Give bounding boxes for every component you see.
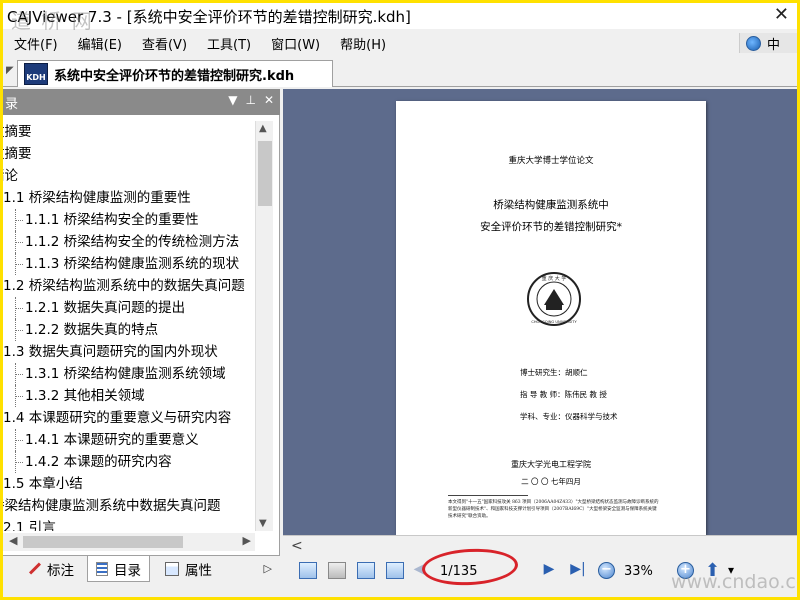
toc-horizontal-scrollbar[interactable]: ◀ ▶ [3,533,255,551]
page-school: 重庆大学博士学位论文 [508,156,594,166]
page-college: 重庆大学光电工程学院 [511,460,591,469]
footnote-divider [448,495,528,496]
toc-hscroll-thumb[interactable] [23,536,183,548]
kdh-file-icon: KDH [24,63,48,85]
toc-item[interactable]: 文摘要 [3,121,255,143]
panel-close-icon[interactable]: ✕ [264,93,274,107]
scroll-left-icon[interactable]: ◀ [9,534,17,547]
toc-item[interactable]: 1.1.1 桥梁结构安全的重要性 [3,209,255,231]
last-page-button[interactable]: ▶| [567,561,589,578]
toc-scroll-thumb[interactable] [258,141,272,206]
toc-item[interactable]: 文摘要 [3,143,255,165]
toc-item[interactable]: 1.3 数据失真问题研究的国内外现状 [3,341,255,363]
tab-document-label: 系统中安全评价环节的差错控制研究.kdh [54,68,295,84]
toc-item[interactable]: 1.1 桥梁结构健康监测的重要性 [3,187,255,209]
next-page-button[interactable]: ▶ [541,561,557,578]
menu-help[interactable]: 帮助(H) [329,34,395,53]
toc-item[interactable]: 2.1 引言 [3,517,255,531]
document-horizontal-scrollbar[interactable]: < [283,535,797,555]
toc-item[interactable]: 1.2.2 数据失真的特点 [3,319,255,341]
fit-page-view-button[interactable] [386,562,404,579]
document-view[interactable]: 重庆大学博士学位论文 桥梁结构健康监测系统中 安全评价环节的差错控制研究* 重 … [283,89,797,535]
navigation-toolbar: ◀ 1/135 ▶ ▶| − 33% + ⬆ ▾ [283,557,797,585]
menu-edit[interactable]: 编辑(E) [67,34,131,53]
up-arrow-icon[interactable]: ⬆ [705,560,723,581]
menu-tools[interactable]: 工具(T) [196,34,260,53]
menu-file[interactable]: 文件(F) [3,34,67,53]
page-footnote: 本文得到"十一五"国家科技攻关 863 项目（2006AA04Z433）"大型桥… [448,500,659,519]
menu-window[interactable]: 窗口(W) [260,34,329,53]
facing-pages-view-button[interactable] [357,562,375,579]
menu-bar: 文件(F) 编辑(E) 查看(V) 工具(T) 窗口(W) 帮助(H) 中 [3,31,797,55]
close-window-button[interactable]: ✕ [774,4,789,25]
toolbar-dropdown-icon[interactable]: ▾ [728,563,734,577]
menu-view[interactable]: 查看(V) [131,34,196,53]
toc-panel-header: 录 ▼ ⊥ ✕ [3,89,280,115]
emblem-bottom-text: CHONGQING UNIVERSITY [531,320,577,324]
toc-item[interactable]: 1.1.2 桥梁结构安全的传统检测方法 [3,231,255,253]
page-author: 博士研究生：胡顺仁 [520,368,588,377]
tab-contents-label: 目录 [114,562,141,579]
tab-document[interactable]: KDH 系统中安全评价环节的差错控制研究.kdh [17,60,333,87]
zoom-level[interactable]: 33% [624,564,653,579]
toc-item[interactable]: 1.4 本课题研究的重要意义与研究内容 [3,407,255,429]
cajviewer-window: CAJViewer 7.3 - [系统中安全评价环节的差错控制研究.kdh] ✕… [3,3,797,597]
panel-dropdown-icon[interactable]: ▼ [228,93,237,107]
properties-icon [165,562,179,576]
toc-item[interactable]: 1.3.1 桥梁结构健康监测系统领域 [3,363,255,385]
page-date: 二 〇 〇 七年四月 [521,477,581,486]
toc-item[interactable]: 1.5 本章小结 [3,473,255,495]
toc-item[interactable]: 1.3.2 其他相关领域 [3,385,255,407]
toc-item[interactable]: 1.1.3 桥梁结构健康监测系统的现状 [3,253,255,275]
tab-properties-label: 属性 [185,563,212,579]
tab-contents[interactable]: 目录 [87,556,150,582]
panel-bottom-tabs: 标注 目录 属性 ▷ [3,555,280,583]
page-title-line1: 桥梁结构健康监测系统中 [493,199,609,211]
tab-scroll-left-icon[interactable]: ◤ [6,65,14,76]
tab-annotations[interactable]: 标注 [17,556,82,582]
toc-vertical-scrollbar[interactable]: ▲ ▼ [255,121,273,531]
more-tabs-icon[interactable]: ▷ [264,562,272,575]
toc-item[interactable]: 绪论 [3,165,255,187]
tab-annotations-label: 标注 [47,563,74,579]
toc-item[interactable]: 桥梁结构健康监测系统中数据失真问题 [3,495,255,517]
zoom-in-button[interactable]: + [677,562,694,579]
scroll-right-icon[interactable]: ▶ [243,534,251,547]
toc-item[interactable]: 1.4.1 本课题研究的重要意义 [3,429,255,451]
toc-panel-title: 录 [5,97,19,112]
toc-item[interactable]: 1.2 桥梁结构监测系统中的数据失真问题 [3,275,255,297]
emblem-top-text: 重 庆 大 学 [542,275,567,282]
zoom-out-button[interactable]: − [598,562,615,579]
page-major: 学科、专业：仪器科学与技术 [520,412,618,421]
window-title: CAJViewer 7.3 - [系统中安全评价环节的差错控制研究.kdh] [7,7,411,26]
page-title-line2: 安全评价环节的差错控制研究* [480,221,622,233]
contents-icon [96,561,108,576]
toc-tree: 文摘要文摘要绪论1.1 桥梁结构健康监测的重要性1.1.1 桥梁结构安全的重要性… [3,121,255,531]
document-tab-bar: ◤ KDH 系统中安全评价环节的差错控制研究.kdh [3,57,797,87]
single-page-view-button[interactable] [299,562,317,579]
globe-icon [746,35,761,51]
toc-item[interactable]: 1.4.2 本课题的研究内容 [3,451,255,473]
panel-pin-icon[interactable]: ⊥ [245,93,255,107]
continuous-view-button[interactable] [328,562,346,579]
page-advisor: 指 导 教 师：陈伟民 教 授 [520,390,607,399]
scroll-down-icon[interactable]: ▼ [259,518,267,529]
scroll-up-icon[interactable]: ▲ [259,123,267,134]
doc-scroll-left-icon[interactable]: < [291,538,303,554]
language-label: 中 [767,37,781,53]
tab-properties[interactable]: 属性 [157,556,220,582]
university-emblem-icon: 重 庆 大 学 CHONGQING UNIVERSITY [527,272,581,326]
document-page: 重庆大学博士学位论文 桥梁结构健康监测系统中 安全评价环节的差错控制研究* 重 … [396,101,706,535]
title-bar: CAJViewer 7.3 - [系统中安全评价环节的差错控制研究.kdh] ✕ [3,3,797,29]
toc-item[interactable]: 1.2.1 数据失真问题的提出 [3,297,255,319]
language-switch[interactable]: 中 [739,33,797,53]
toc-panel: 录 ▼ ⊥ ✕ 文摘要文摘要绪论1.1 桥梁结构健康监测的重要性1.1.1 桥梁… [3,89,280,583]
pen-icon [25,561,41,577]
